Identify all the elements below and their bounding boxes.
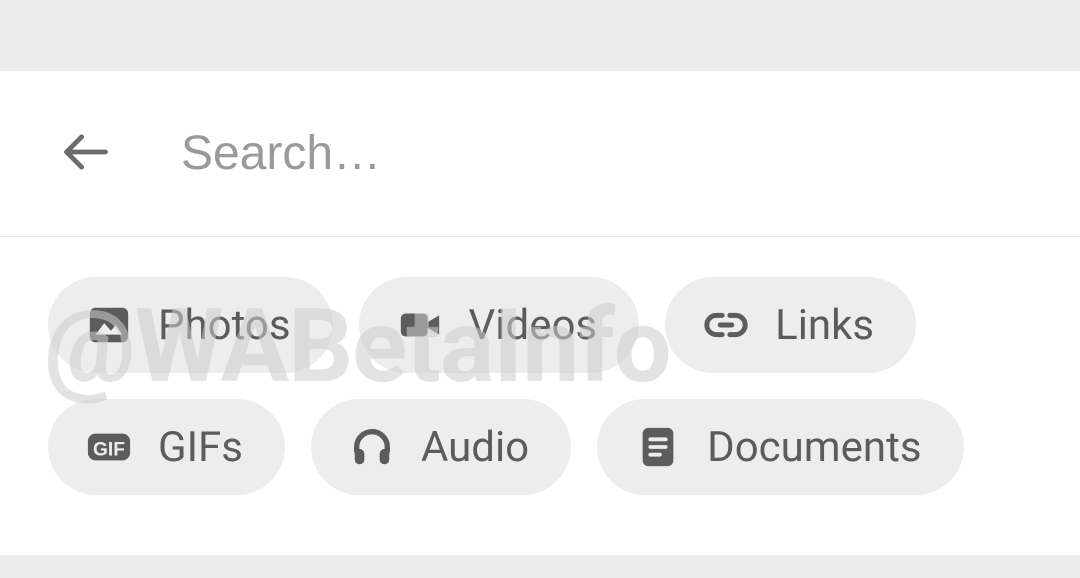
photo-icon: [86, 302, 132, 348]
document-icon: [635, 424, 681, 470]
chip-label: Audio: [421, 423, 529, 472]
chip-videos[interactable]: Videos: [359, 277, 640, 373]
chip-links[interactable]: Links: [665, 277, 916, 373]
status-bar-spacer: [0, 0, 1080, 71]
search-bar: [0, 71, 1080, 237]
back-button[interactable]: [58, 126, 113, 181]
arrow-left-icon: [60, 126, 112, 182]
svg-text:GIF: GIF: [93, 440, 125, 461]
headphones-icon: [349, 424, 395, 470]
video-icon: [397, 302, 443, 348]
chip-label: GIFs: [158, 423, 243, 472]
chip-label: Links: [775, 301, 874, 350]
gif-icon: GIF: [86, 424, 132, 470]
chip-audio[interactable]: Audio: [311, 399, 571, 495]
chip-label: Documents: [707, 423, 921, 472]
chip-label: Videos: [469, 301, 598, 350]
link-icon: [703, 302, 749, 348]
chip-gifs[interactable]: GIF GIFs: [48, 399, 285, 495]
chip-photos[interactable]: Photos: [48, 277, 333, 373]
search-input[interactable]: [113, 126, 1080, 181]
filter-chips-area: Photos Videos Links GIF GIFs: [0, 237, 1080, 555]
chip-documents[interactable]: Documents: [597, 399, 963, 495]
chip-label: Photos: [158, 301, 291, 350]
